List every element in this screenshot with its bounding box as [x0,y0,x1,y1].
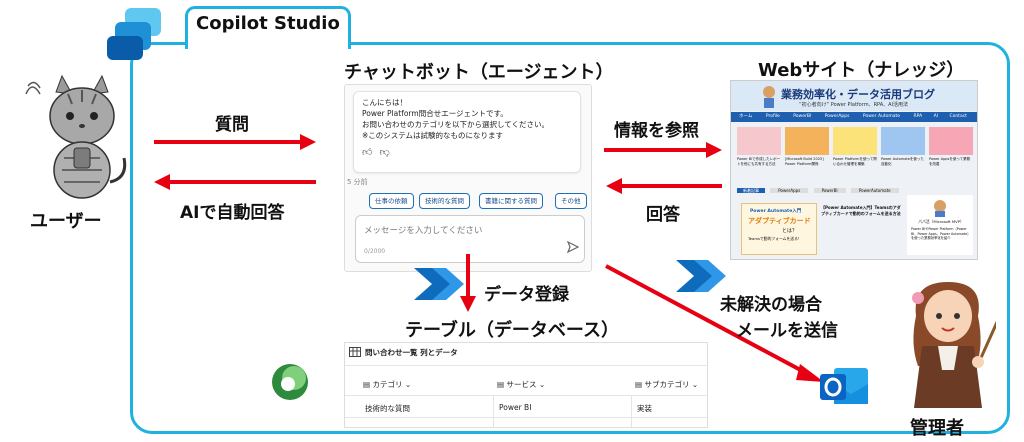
send-icon[interactable] [566,240,580,254]
feature-title: アダプティブカード [748,217,811,225]
card-text: [Microsoft Build 2025] Power Platform関係 [785,157,824,166]
column-header-label: サービス [506,380,537,389]
user-label: ユーザー [30,211,102,232]
unresolved-label-1: 未解決の場合 [720,295,822,315]
arrows-user-chatbot [154,134,316,190]
table-grid-icon [349,347,361,357]
admin-label: 管理者 [910,418,964,439]
answer-label: 回答 [646,205,680,225]
column-header-category[interactable]: ▤ カテゴリ ⌄ [363,379,411,390]
card-text: Power Appsを使って業務を改善 [929,157,971,166]
bot-message-line: Power Platform問合せエージェントです。 [362,109,508,118]
blog-tab[interactable]: PowerApps [770,188,809,193]
bot-message-line: こんにちは！ [362,98,407,107]
card-thumb [881,127,925,155]
profile-text: Power BIやPower Platform（Power BI、Power A… [911,227,971,240]
column-header-service[interactable]: ▤ サービス ⌄ [497,379,545,390]
column-header-label: サブカテゴリ [644,380,690,389]
arrow-data-register [460,254,476,312]
dataverse-icon [272,364,308,400]
unresolved-label-2: メールを送信 [736,321,838,341]
message-input-placeholder: メッセージを入力してください [364,226,483,236]
feature-note: Teamsで動的フォームを送る！ [748,236,802,241]
data-register-label: データ登録 [484,285,569,305]
message-time: 5 分前 [347,178,368,186]
card-thumb [929,127,973,155]
copilot-studio-title: Copilot Studio [196,13,340,34]
card-thumb [833,127,877,155]
admin-person-icon [912,282,996,408]
profile-avatar-icon [934,200,946,217]
feature-label: Power Automate入門 [750,209,802,214]
chip-book-question[interactable]: 書籍に関する質問 [479,193,543,209]
card-text: Power BIで作成したレポートを他にも共有する方法 [737,157,781,166]
feature-thumb: Power Automate入門 アダプティブカード とは？ Teamsで動的フ… [741,203,817,255]
card-text: Power Automateを使った自動化 [881,157,924,166]
question-label: 質問 [215,115,249,135]
website-title: Webサイト（ナレッジ） [758,60,965,81]
column-header-label: カテゴリ [372,380,403,389]
card-thumb [785,127,829,155]
reference-label: 情報を参照 [614,121,699,141]
chip-other[interactable]: その他 [555,193,587,209]
nav-item[interactable]: Power Automate [863,114,900,119]
card-thumb [737,127,781,155]
card-text: Power Platformを使って問い合わせ管理を構築 [833,157,877,166]
copilot-studio-logo-icon [107,8,161,60]
profile-card: パパ活（Microsoft MVP） Power BIやPower Platfo… [907,195,973,255]
blog-subtitle: “初心者向け” Power Platform、RPA、AI活用法 [799,102,909,108]
arrows-chatbot-website [604,142,722,194]
chatbot-title: チャットボット（エージェント） [344,62,614,83]
table-cell[interactable]: Power BI [499,403,531,412]
nav-item[interactable]: AI [934,114,938,119]
nav-item[interactable]: PowerBI [793,114,811,119]
bot-message-bubble: こんにちは！ Power Platform問合せエージェントです。 お問い合わせ… [353,91,581,173]
blog-tabs: 新着記事 PowerApps PowerBI PowerAutomate [737,187,973,195]
table-section-title: テーブル（データベース） [405,320,620,341]
chip-work-request[interactable]: 仕事の依頼 [369,193,414,209]
outlook-icon [820,368,868,404]
nav-item[interactable]: RPA [914,114,923,119]
blog-nav: ホーム Profile PowerBI PowerApps Power Auto… [731,112,977,122]
chip-technical-question[interactable]: 技術的な質問 [419,193,470,209]
nav-item[interactable]: Profile [766,114,780,119]
website-screenshot: 業務効率化・データ活用ブログ “初心者向け” Power Platform、RP… [730,80,978,260]
blog-avatar-icon [763,86,775,108]
profile-name: パパ活（Microsoft MVP） [918,219,964,224]
nav-item[interactable]: ホーム [739,114,752,119]
bot-message-line: ※このシステムは試験的なものになります [362,131,504,140]
nav-item[interactable]: PowerApps [825,114,850,119]
ai-answer-label: AIで自動回答 [180,203,285,223]
blog-tab[interactable]: PowerBI [813,188,846,193]
inquiry-table: 問い合わせ一覧 列とデータ ▤ カテゴリ ⌄ ▤ サービス ⌄ ▤ サブカテゴリ… [344,342,708,428]
column-header-subcategory[interactable]: ▤ サブカテゴリ ⌄ [635,379,698,390]
thumbs-down-icon[interactable]: 👎︎ [380,147,390,158]
blog-title: 業務効率化・データ活用ブログ [781,88,935,101]
feature-sub: とは？ [782,228,798,234]
bot-message-line: お問い合わせのカテゴリを以下から選択してください。 [362,120,550,129]
table-title: 問い合わせ一覧 列とデータ [365,348,458,357]
char-count: 0/2000 [364,248,386,255]
blog-tab[interactable]: 新着記事 [737,188,765,193]
user-cat-icon [25,74,127,199]
nav-item[interactable]: Contact [949,114,967,119]
table-cell[interactable]: 実装 [637,403,652,414]
table-cell[interactable]: 技術的な質問 [365,403,410,414]
blog-tab[interactable]: PowerAutomate [850,188,899,193]
chatbot-window: こんにちは！ Power Platform問合せエージェントです。 お問い合わせ… [344,84,592,272]
article-title: 【Power Automate入門】Teamsのアダプティブカードで動的のフォー… [821,205,901,216]
thumbs-up-icon[interactable]: 👍︎ [362,147,372,158]
